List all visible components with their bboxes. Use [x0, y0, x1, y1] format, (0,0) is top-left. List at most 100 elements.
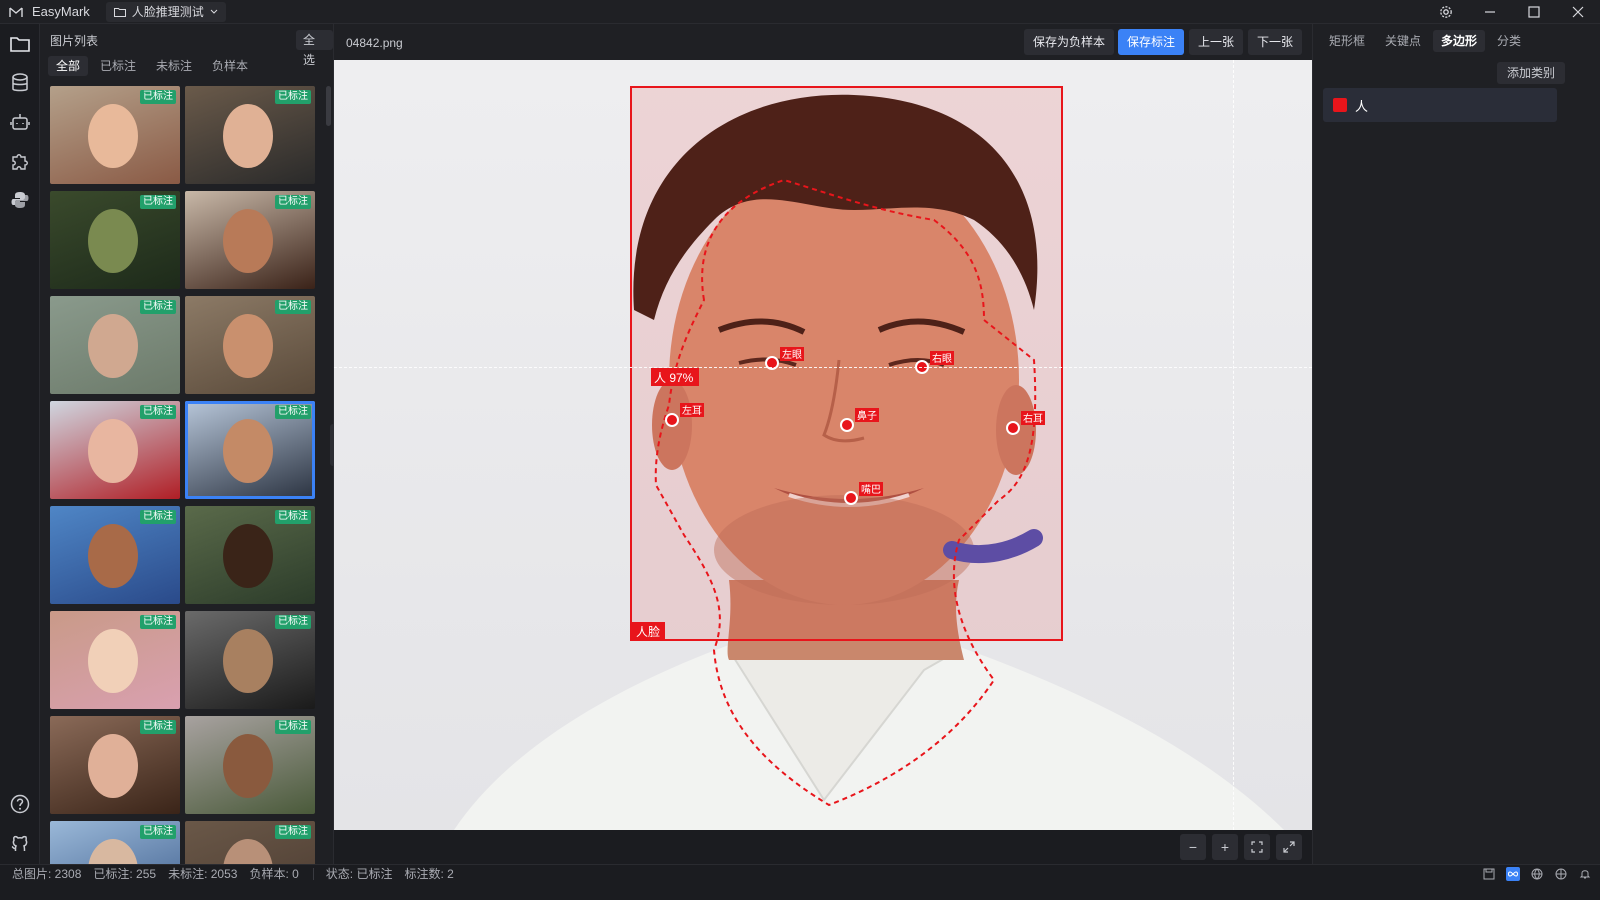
current-filename: 04842.png — [346, 36, 403, 50]
keypoint-label: 左耳 — [682, 404, 702, 417]
folder-nav-button[interactable] — [8, 32, 32, 56]
canvas-toolbar: 04842.png 保存为负样本 保存标注 上一张 下一张 — [334, 24, 1312, 60]
minimize-button[interactable] — [1468, 0, 1512, 24]
minus-icon: − — [1188, 839, 1198, 855]
thumbnail-item[interactable]: 已标注 — [50, 611, 180, 709]
annotated-badge: 已标注 — [140, 90, 176, 104]
github-icon — [11, 835, 28, 852]
panel-title: 图片列表 — [50, 34, 99, 48]
network-button[interactable] — [1554, 867, 1568, 881]
confidence-tag: 人 97% — [654, 371, 694, 385]
annotated-badge: 已标注 — [275, 825, 311, 839]
thumbnail-item[interactable]: 已标注 — [50, 716, 180, 814]
thumbnail-item[interactable]: 已标注 — [185, 191, 315, 289]
thumbnail-face — [223, 629, 273, 693]
zoom-in-button[interactable]: + — [1212, 834, 1238, 860]
help-button[interactable] — [8, 792, 32, 816]
thumbnail-item[interactable]: 已标注 — [185, 506, 315, 604]
save-status-button[interactable] — [1482, 867, 1496, 881]
annotation-canvas[interactable]: 人脸 人 97% 左眼 右眼 鼻子 左耳 右耳 嘴巴 — [334, 60, 1312, 830]
tab-polygon[interactable]: 多边形 — [1433, 30, 1486, 52]
folder-icon — [10, 37, 30, 52]
prev-image-button[interactable]: 上一张 — [1189, 29, 1244, 55]
thumbnail-item[interactable]: 已标注 — [50, 86, 180, 184]
thumbnail-item[interactable]: 已标注 — [185, 401, 315, 499]
thumbnail-face — [223, 209, 273, 273]
zoom-out-button[interactable]: − — [1180, 834, 1206, 860]
project-selector[interactable]: 人脸推理测试 — [105, 1, 226, 22]
infinite-mode-button[interactable] — [1506, 867, 1520, 881]
app-name: EasyMark — [32, 4, 90, 19]
tab-negative[interactable]: 负样本 — [204, 56, 256, 76]
scrollbar-thumb[interactable] — [326, 86, 331, 126]
status-unannotated: 未标注: 2053 — [168, 867, 238, 881]
status-state: 状态: 已标注 — [325, 867, 393, 881]
fit-view-button[interactable] — [1244, 834, 1270, 860]
tab-annotated[interactable]: 已标注 — [92, 56, 144, 76]
title-bar: EasyMark 人脸推理测试 — [0, 0, 1600, 24]
thumbnail-face — [88, 419, 138, 483]
list-scrollbar[interactable] — [326, 86, 331, 871]
fullscreen-button[interactable] — [1276, 834, 1302, 860]
thumbnail-grid: 已标注 已标注 已标注 已标注 已标注 已标注 已标注 已标注 已标注 已标注 已标注 已标注 已标注已… — [50, 86, 316, 871]
status-negative: 负样本: 0 — [249, 867, 299, 881]
thumbnail-item[interactable]: 已标注 — [185, 716, 315, 814]
status-annotated: 已标注: 255 — [93, 867, 157, 881]
class-item[interactable]: 人 — [1323, 88, 1557, 122]
python-icon — [11, 192, 29, 208]
next-image-button[interactable]: 下一张 — [1248, 29, 1303, 55]
status-icons — [1482, 865, 1592, 883]
tab-unannotated[interactable]: 未标注 — [148, 56, 200, 76]
fit-icon — [1251, 841, 1263, 853]
github-button[interactable] — [8, 831, 32, 855]
annotated-badge: 已标注 — [140, 405, 176, 419]
keypoint-label: 左眼 — [782, 348, 802, 361]
annotated-badge: 已标注 — [275, 195, 311, 209]
status-count: 标注数: 2 — [404, 867, 454, 881]
tab-rectangle[interactable]: 矩形框 — [1321, 30, 1373, 52]
zoom-controls: − + — [1180, 834, 1302, 860]
network-icon — [1555, 868, 1567, 880]
thumbnail-item[interactable]: 已标注 — [50, 506, 180, 604]
keypoint-label: 右耳 — [1023, 412, 1043, 425]
robot-icon — [10, 114, 30, 130]
close-button[interactable] — [1556, 0, 1600, 24]
annotated-badge: 已标注 — [275, 720, 311, 734]
save-negative-button[interactable]: 保存为负样本 — [1024, 29, 1115, 55]
app-logo-icon — [8, 4, 24, 20]
annotated-badge: 已标注 — [140, 510, 176, 524]
thumbnail-face — [88, 734, 138, 798]
select-all-button[interactable]: 全选 — [296, 30, 333, 67]
python-nav-button[interactable] — [8, 188, 32, 212]
database-nav-button[interactable] — [8, 71, 32, 95]
status-divider — [312, 867, 314, 880]
settings-button[interactable] — [1424, 0, 1468, 24]
thumbnail-item[interactable]: 已标注 — [185, 611, 315, 709]
add-class-button[interactable]: 添加类别 — [1497, 62, 1566, 84]
icon-rail — [0, 24, 40, 882]
thumbnail-face — [88, 314, 138, 378]
tab-keypoint[interactable]: 关键点 — [1377, 30, 1429, 52]
thumbnail-face — [223, 314, 273, 378]
thumbnail-item[interactable]: 已标注 — [50, 296, 180, 394]
tab-classification[interactable]: 分类 — [1489, 30, 1529, 52]
face-bounding-box[interactable] — [630, 86, 1063, 641]
class-color-swatch[interactable] — [1333, 98, 1347, 112]
notifications-button[interactable] — [1578, 867, 1592, 881]
language-button[interactable] — [1530, 867, 1544, 881]
thumbnail-face — [223, 734, 273, 798]
thumbnail-item[interactable]: 已标注 — [50, 191, 180, 289]
maximize-button[interactable] — [1512, 0, 1556, 24]
thumbnail-item[interactable]: 已标注 — [50, 401, 180, 499]
thumbnail-face — [223, 104, 273, 168]
image-list-panel: 图片列表 全选 全部 已标注 未标注 负样本 已标注 已标注 已标注 已标注 已标注 已标… — [40, 24, 334, 882]
save-annotation-button[interactable]: 保存标注 — [1118, 29, 1185, 55]
robot-nav-button[interactable] — [8, 110, 32, 134]
thumbnail-face — [88, 209, 138, 273]
thumbnail-item[interactable]: 已标注 — [185, 296, 315, 394]
plugin-nav-button[interactable] — [8, 149, 32, 173]
status-bar: 总图片: 2308 已标注: 255 未标注: 2053 负样本: 0 状态: … — [0, 864, 1600, 882]
tab-all[interactable]: 全部 — [48, 56, 89, 76]
thumbnail-item[interactable]: 已标注 — [185, 86, 315, 184]
class-name: 人 — [1355, 98, 1369, 114]
